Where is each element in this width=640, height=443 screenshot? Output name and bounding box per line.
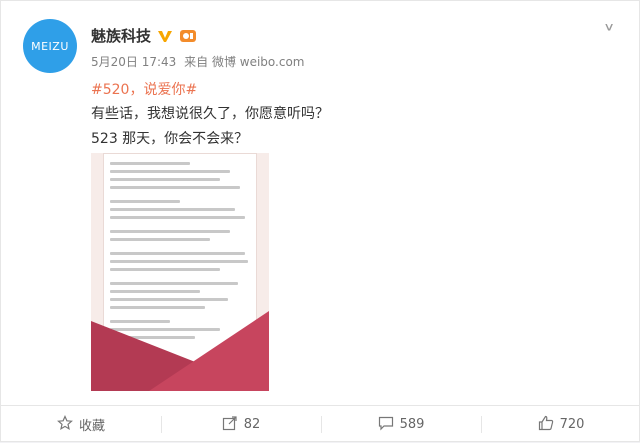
letter-text-line [110, 290, 200, 293]
envelope-flap-right [149, 311, 269, 391]
comment-button[interactable]: 589 [321, 406, 481, 443]
post-source: 来自 微博 weibo.com [184, 55, 305, 69]
repost-icon [222, 415, 238, 435]
avatar[interactable]: MEIZU [23, 19, 77, 73]
post-image[interactable] [91, 153, 269, 391]
topic-link[interactable]: #520，说爱你# [91, 79, 197, 99]
post-time[interactable]: 5月20日 17:43 [91, 55, 176, 69]
letter-text-line [110, 230, 230, 233]
thumbs-up-icon [538, 415, 554, 435]
star-icon [57, 414, 73, 435]
chevron-down-icon[interactable]: ∨ [603, 20, 615, 33]
letter-text-line [110, 298, 228, 301]
letter-text-line [110, 170, 230, 173]
favorite-label: 收藏 [78, 419, 105, 434]
letter-text-line [110, 178, 220, 181]
repost-count: 82 [243, 417, 261, 432]
letter-text-line [110, 260, 248, 263]
author-row: 魅族科技 [91, 25, 197, 46]
comment-count: 589 [399, 417, 425, 432]
letter-text-line [110, 200, 180, 203]
author-name[interactable]: 魅族科技 [91, 25, 151, 46]
like-count: 720 [559, 417, 585, 432]
comment-icon [378, 415, 394, 435]
repost-button[interactable]: 82 [161, 406, 321, 443]
weibo-post-card: MEIZU 魅族科技 5月20日 17:43 来自 微博 weibo.com ∨… [0, 0, 640, 442]
favorite-button[interactable]: 收藏 [1, 406, 161, 443]
letter-text-line [110, 282, 238, 285]
action-toolbar: 收藏 82 589 720 [1, 406, 640, 443]
letter-text-line [110, 208, 235, 211]
verified-v-icon[interactable] [157, 28, 173, 44]
post-text-line-1: 有些话，我想说很久了，你愿意听吗？ [91, 106, 329, 122]
letter-text-line [110, 186, 240, 189]
post-text-line-2: 523 那天，你会不会来？ [91, 131, 249, 147]
avatar-text: MEIZU [31, 39, 69, 53]
post-meta: 5月20日 17:43 来自 微博 weibo.com [91, 53, 309, 70]
letter-text-line [110, 238, 210, 241]
letter-text-line [110, 162, 190, 165]
letter-text-line [110, 306, 205, 309]
letter-text-line [110, 252, 245, 255]
letter-text-line [110, 216, 245, 219]
like-button[interactable]: 720 [481, 406, 640, 443]
member-level-icon[interactable] [179, 28, 197, 44]
letter-text-line [110, 268, 220, 271]
